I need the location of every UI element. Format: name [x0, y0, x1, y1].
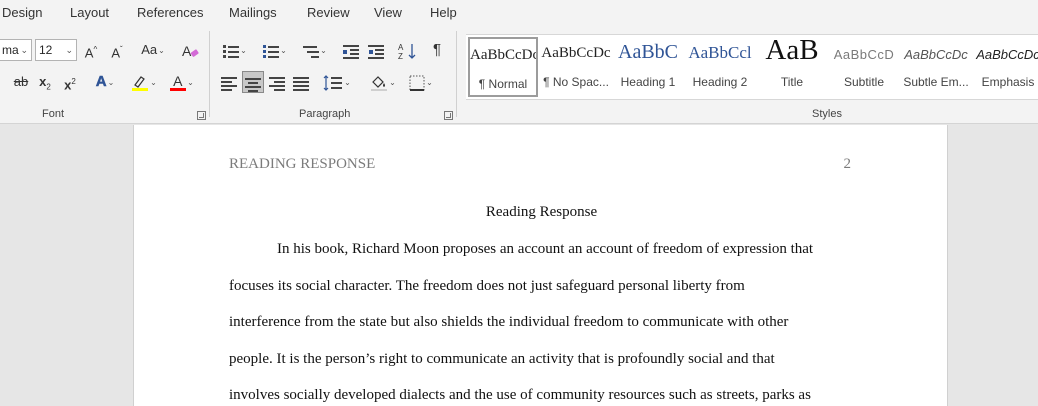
- indent-icon: [368, 44, 384, 59]
- svg-text:A: A: [182, 43, 192, 59]
- highlighter-icon: [132, 75, 149, 91]
- show-formatting-marks-button[interactable]: ¶: [428, 39, 446, 61]
- style-subtitle[interactable]: AaBbCcD Subtitle: [829, 37, 899, 97]
- page-number: 2: [843, 156, 852, 172]
- body-line[interactable]: focuses its social character. The freedo…: [229, 278, 745, 295]
- align-center-icon: [245, 77, 261, 92]
- align-right-icon: [269, 76, 285, 91]
- style-title[interactable]: AaB Title: [757, 37, 827, 97]
- highlight-color-button[interactable]: ⌄: [128, 71, 160, 93]
- chevron-down-icon: ⌄: [158, 45, 165, 55]
- chevron-down-icon: ⌄: [240, 45, 247, 55]
- font-name-value: ma: [2, 43, 19, 57]
- numbering-button[interactable]: ⌄: [258, 39, 292, 61]
- sort-icon: A Z: [398, 43, 416, 61]
- svg-text:A: A: [398, 43, 404, 52]
- chevron-down-icon: ⌄: [426, 77, 433, 87]
- decrease-indent-button[interactable]: [341, 39, 361, 61]
- body-line[interactable]: In his book, Richard Moon proposes an ac…: [277, 241, 813, 258]
- increase-indent-button[interactable]: [366, 39, 386, 61]
- paragraph-dialog-launcher[interactable]: [444, 111, 453, 120]
- chevron-down-icon: ⌄: [320, 45, 327, 55]
- document-canvas: READING RESPONSE 2 Reading Response In h…: [0, 125, 1038, 406]
- shading-button[interactable]: ⌄: [366, 71, 400, 93]
- align-right-button[interactable]: [267, 71, 287, 93]
- strikethrough-button[interactable]: ab: [12, 71, 30, 93]
- align-left-icon: [221, 76, 237, 91]
- chevron-down-icon: ⌄: [344, 77, 351, 87]
- line-spacing-icon: [323, 74, 343, 91]
- group-divider: [456, 31, 457, 117]
- style-heading-1[interactable]: AaBbC Heading 1: [613, 37, 683, 97]
- font-color-button[interactable]: A ⌄: [166, 71, 198, 93]
- arrow-down-icon: ˇ: [120, 45, 123, 54]
- tab-view[interactable]: View: [374, 5, 402, 20]
- ribbon: ma ⌄ 12 ⌄ A^ Aˇ Aa⌄ A ab x2 x2 A⌄ ⌄ A ⌄ …: [0, 25, 1038, 124]
- style-emphasis[interactable]: AaBbCcDc Emphasis: [973, 37, 1038, 97]
- paint-bucket-icon: [371, 75, 388, 91]
- body-line[interactable]: people. It is the person’s right to comm…: [229, 351, 775, 368]
- borders-icon: [409, 75, 425, 91]
- group-divider: [209, 31, 210, 117]
- grow-font-button[interactable]: A^: [82, 39, 100, 61]
- paragraph-group-label: Paragraph: [299, 108, 351, 120]
- tab-references[interactable]: References: [137, 5, 203, 20]
- text-effects-button[interactable]: A⌄: [90, 71, 120, 93]
- justify-button[interactable]: [291, 71, 311, 93]
- style-normal[interactable]: AaBbCcDc ¶ Normal: [468, 37, 538, 97]
- svg-text:Z: Z: [398, 52, 403, 60]
- bullets-button[interactable]: ⌄: [218, 39, 252, 61]
- font-size-value: 12: [39, 43, 53, 57]
- body-line[interactable]: interference from the state but also shi…: [229, 314, 788, 331]
- shrink-font-button[interactable]: Aˇ: [108, 39, 126, 61]
- font-size-combo[interactable]: 12 ⌄: [35, 39, 77, 61]
- styles-gallery: AaBbCcDc ¶ Normal AaBbCcDc ¶ No Spac... …: [466, 34, 1038, 100]
- numbered-list-icon: [263, 44, 280, 58]
- line-spacing-button[interactable]: ⌄: [320, 71, 354, 93]
- clear-formatting-icon: A: [182, 43, 199, 59]
- tab-design[interactable]: Design: [2, 5, 42, 20]
- superscript-button[interactable]: x2: [62, 71, 78, 93]
- pilcrow-icon: ¶: [432, 41, 442, 58]
- chevron-down-icon: ⌄: [107, 77, 115, 87]
- align-center-button[interactable]: [242, 71, 264, 93]
- multilevel-list-button[interactable]: ⌄: [298, 39, 332, 61]
- outdent-icon: [343, 44, 359, 59]
- bullet-list-icon: [223, 44, 240, 58]
- multilevel-list-icon: [303, 44, 320, 58]
- tab-layout[interactable]: Layout: [70, 5, 109, 20]
- chevron-down-icon: ⌄: [187, 77, 194, 87]
- tab-mailings[interactable]: Mailings: [229, 5, 277, 20]
- borders-button[interactable]: ⌄: [405, 71, 437, 93]
- subscript-button[interactable]: x2: [37, 71, 53, 93]
- style-heading-2[interactable]: AaBbCcl Heading 2: [685, 37, 755, 97]
- clear-formatting-button[interactable]: A: [180, 39, 200, 61]
- arrow-up-icon: ^: [93, 45, 98, 54]
- change-case-button[interactable]: Aa⌄: [137, 39, 169, 61]
- justify-icon: [293, 76, 309, 91]
- styles-group-label: Styles: [812, 108, 842, 120]
- style-subtle-emphasis[interactable]: AaBbCcDc Subtle Em...: [901, 37, 971, 97]
- sort-button[interactable]: A Z: [397, 39, 419, 61]
- align-left-button[interactable]: [219, 71, 239, 93]
- chevron-down-icon: ⌄: [280, 45, 287, 55]
- style-no-spacing[interactable]: AaBbCcDc ¶ No Spac...: [541, 37, 611, 97]
- ribbon-tab-bar: Design Layout References Mailings Review…: [0, 0, 1038, 25]
- chevron-down-icon: ⌄: [150, 77, 157, 87]
- document-title[interactable]: Reading Response: [134, 204, 949, 221]
- tab-help[interactable]: Help: [430, 5, 457, 20]
- chevron-down-icon: ⌄: [20, 45, 28, 55]
- body-line[interactable]: involves socially developed dialects and…: [229, 387, 811, 404]
- font-group-label: Font: [42, 108, 65, 120]
- font-name-combo[interactable]: ma ⌄: [0, 39, 32, 61]
- font-color-swatch: [170, 87, 187, 91]
- chevron-down-icon: ⌄: [389, 77, 396, 87]
- font-dialog-launcher[interactable]: [197, 111, 206, 120]
- document-page[interactable]: READING RESPONSE 2 Reading Response In h…: [133, 125, 948, 406]
- running-head: READING RESPONSE: [229, 156, 376, 172]
- tab-review[interactable]: Review: [307, 5, 350, 20]
- chevron-down-icon: ⌄: [65, 45, 73, 55]
